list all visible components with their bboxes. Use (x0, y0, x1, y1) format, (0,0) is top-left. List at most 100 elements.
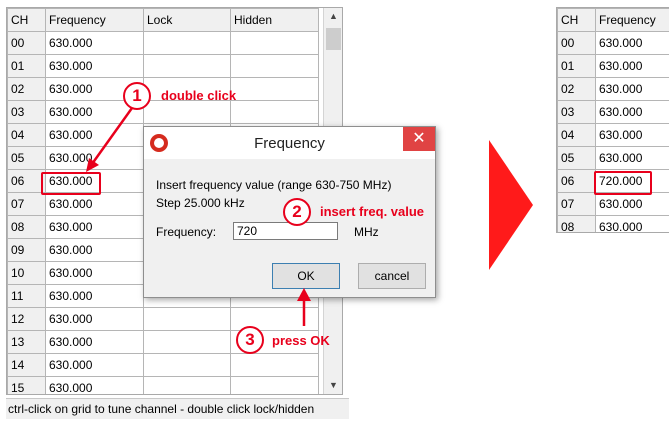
result-frequency-cell: 630.000 (595, 215, 669, 232)
result-channel-cell: 03 (557, 100, 596, 124)
frequency-cell[interactable]: 630.000 (45, 307, 144, 331)
hidden-cell[interactable] (230, 353, 319, 377)
table-row[interactable]: 00 630.000 (7, 31, 319, 55)
frequency-cell[interactable]: 630.000 (45, 353, 144, 377)
table-row[interactable]: 15 630.000 (7, 376, 319, 394)
result-column-header-ch: CH (557, 8, 596, 32)
dialog-step-info: Step 25.000 kHz (156, 196, 245, 210)
result-table-row: 07 630.000 (557, 192, 669, 216)
channel-cell[interactable]: 00 (7, 31, 46, 55)
table-row[interactable]: 01 630.000 (7, 54, 319, 78)
lock-cell[interactable] (143, 31, 231, 55)
channel-cell[interactable]: 11 (7, 284, 46, 308)
result-frequency-cell: 630.000 (595, 100, 669, 124)
step-3-arrow-icon (297, 288, 311, 326)
lock-cell[interactable] (143, 100, 231, 124)
hidden-cell[interactable] (230, 77, 319, 101)
channel-cell[interactable]: 08 (7, 215, 46, 239)
column-header-lock[interactable]: Lock (143, 8, 231, 32)
channel-cell[interactable]: 06 (7, 169, 46, 193)
result-frequency-cell: 630.000 (595, 192, 669, 216)
result-frequency-cell: 630.000 (595, 123, 669, 147)
frequency-input[interactable]: 720 (233, 222, 338, 240)
result-channel-cell: 00 (557, 31, 596, 55)
step-1-label: double click (161, 88, 237, 103)
result-column-header-frequency: Frequency (595, 8, 669, 32)
channel-cell[interactable]: 10 (7, 261, 46, 285)
step-2-label: insert freq. value (320, 204, 425, 219)
channel-cell[interactable]: 04 (7, 123, 46, 147)
step-2-circle: 2 (283, 198, 311, 226)
dialog-title: Frequency (254, 135, 325, 152)
result-table-header-row: CH Frequency (557, 8, 669, 32)
table-row[interactable]: 14 630.000 (7, 353, 319, 377)
dialog-title-bar[interactable]: Frequency ✕ (144, 127, 435, 159)
channel-cell[interactable]: 13 (7, 330, 46, 354)
column-header-ch[interactable]: CH (7, 8, 46, 32)
hidden-cell[interactable] (230, 31, 319, 55)
lock-cell[interactable] (143, 376, 231, 394)
frequency-cell[interactable]: 630.000 (45, 330, 144, 354)
scroll-up-icon[interactable]: ▲ (324, 8, 342, 25)
frequency-cell[interactable]: 630.000 (45, 31, 144, 55)
step-3-label: press OK (272, 333, 330, 348)
close-icon[interactable]: ✕ (403, 127, 435, 151)
highlight-updated-frequency (594, 171, 652, 195)
frequency-unit: MHz (354, 225, 379, 239)
frequency-cell[interactable]: 630.000 (45, 376, 144, 394)
result-table-row: 03 630.000 (557, 100, 669, 124)
channel-cell[interactable]: 05 (7, 146, 46, 170)
dialog-instruction: Insert frequency value (range 630-750 MH… (156, 178, 392, 192)
frequency-cell[interactable]: 630.000 (45, 261, 144, 285)
result-table-row: 01 630.000 (557, 54, 669, 78)
frequency-cell[interactable]: 630.000 (45, 215, 144, 239)
channel-cell[interactable]: 15 (7, 376, 46, 394)
column-header-hidden[interactable]: Hidden (230, 8, 319, 32)
result-channel-grid: CH Frequency 00 630.000 01 630.000 02 630.000… (556, 7, 669, 233)
table-row[interactable]: 12 630.000 (7, 307, 319, 331)
channel-cell[interactable]: 02 (7, 77, 46, 101)
result-frequency-cell: 630.000 (595, 77, 669, 101)
frequency-cell[interactable]: 630.000 (45, 54, 144, 78)
channel-cell[interactable]: 03 (7, 100, 46, 124)
result-channel-cell: 07 (557, 192, 596, 216)
channel-cell[interactable]: 14 (7, 353, 46, 377)
hidden-cell[interactable] (230, 54, 319, 78)
result-channel-table: CH Frequency 00 630.000 01 630.000 02 630.000… (557, 8, 669, 232)
column-header-frequency[interactable]: Frequency (45, 8, 144, 32)
channel-cell[interactable]: 12 (7, 307, 46, 331)
lock-cell[interactable] (143, 353, 231, 377)
result-frequency-cell: 630.000 (595, 146, 669, 170)
step-1-arrow-icon (86, 107, 134, 172)
result-channel-cell: 02 (557, 77, 596, 101)
channel-cell[interactable]: 07 (7, 192, 46, 216)
big-right-arrow-icon (489, 140, 533, 270)
result-channel-cell: 04 (557, 123, 596, 147)
lock-cell[interactable] (143, 54, 231, 78)
channel-cell[interactable]: 09 (7, 238, 46, 262)
result-table-row: 08 630.000 (557, 215, 669, 232)
frequency-field-label: Frequency: (156, 225, 217, 239)
table-header-row: CH Frequency Lock Hidden (7, 8, 319, 32)
hidden-cell[interactable] (230, 100, 319, 124)
result-channel-cell: 06 (557, 169, 596, 193)
result-table-row: 00 630.000 (557, 31, 669, 55)
frequency-cell[interactable]: 630.000 (45, 192, 144, 216)
step-3-circle: 3 (236, 326, 264, 354)
status-bar: ctrl-click on grid to tune channel - dou… (6, 398, 349, 419)
frequency-cell[interactable]: 630.000 (45, 238, 144, 262)
table-row[interactable]: 03 630.000 (7, 100, 319, 124)
result-frequency-cell: 630.000 (595, 31, 669, 55)
scrollbar-thumb[interactable] (326, 28, 341, 50)
channel-cell[interactable]: 01 (7, 54, 46, 78)
hidden-cell[interactable] (230, 376, 319, 394)
result-table-row: 04 630.000 (557, 123, 669, 147)
lock-cell[interactable] (143, 307, 231, 331)
lock-cell[interactable] (143, 330, 231, 354)
result-table-row: 05 630.000 (557, 146, 669, 170)
scroll-down-icon[interactable]: ▼ (324, 377, 342, 394)
result-frequency-cell: 630.000 (595, 54, 669, 78)
cancel-button[interactable]: cancel (358, 263, 426, 289)
frequency-cell[interactable]: 630.000 (45, 284, 144, 308)
result-table-row: 02 630.000 (557, 77, 669, 101)
